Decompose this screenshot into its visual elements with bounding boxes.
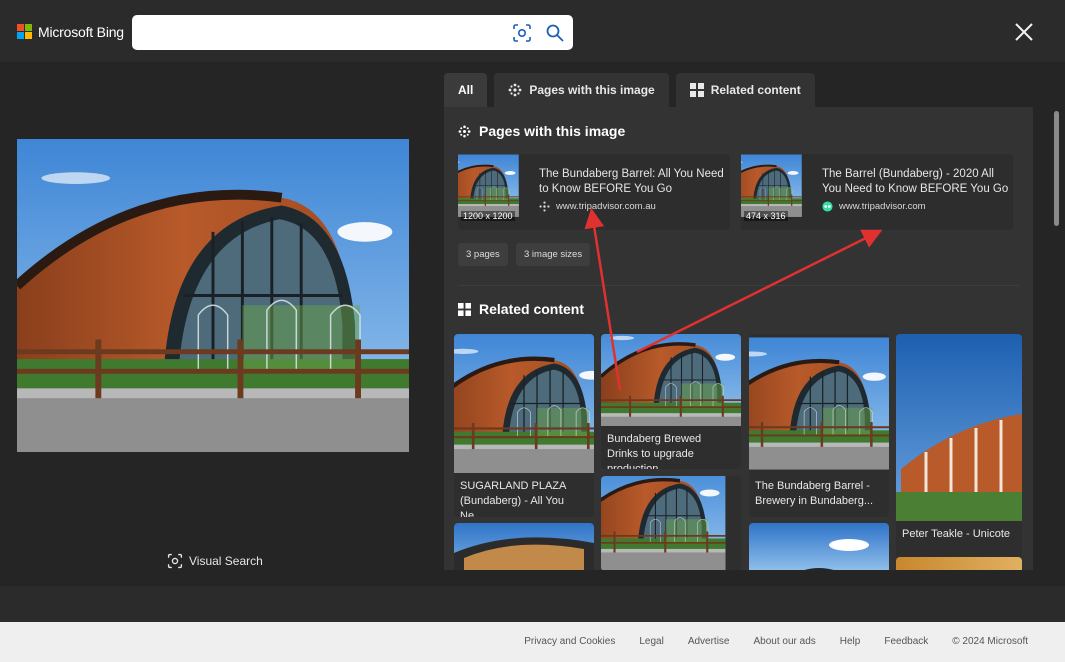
page-result-card[interactable]: 474 x 316 The Barrel (Bundaberg) - 2020 … [741, 154, 1013, 230]
results-panel: Pages with this image 1200 x 1200 The Bu… [444, 107, 1033, 570]
grid-icon [458, 302, 471, 316]
related-item[interactable] [749, 523, 889, 570]
footer-link-feedback[interactable]: Feedback [884, 636, 928, 647]
source-url: www.tripadvisor.com.au [556, 201, 656, 212]
related-caption: Peter Teakle - Unicote [902, 528, 1011, 540]
related-thumbnail [601, 476, 741, 570]
related-thumbnail [454, 523, 594, 570]
image-sizes-chip[interactable]: 3 image sizes [516, 243, 591, 266]
result-tabs: All Pages with this image Related conten… [444, 73, 815, 107]
tab-label: Related content [710, 83, 801, 97]
footer-link-help[interactable]: Help [840, 636, 861, 647]
footer: Privacy and Cookies Legal Advertise Abou… [0, 622, 1065, 662]
footer-links: Privacy and Cookies Legal Advertise Abou… [524, 636, 1028, 647]
main-image[interactable] [17, 139, 409, 452]
grid-icon [689, 83, 704, 97]
related-section-heading: Related content [458, 301, 584, 317]
close-icon[interactable] [1012, 20, 1036, 44]
footer-link-advertise[interactable]: Advertise [688, 636, 730, 647]
divider [458, 285, 1019, 286]
visual-search-button[interactable]: Visual Search [167, 553, 263, 569]
visual-search-icon [167, 553, 183, 569]
tab-related-content[interactable]: Related content [675, 73, 815, 107]
visual-search-icon[interactable] [512, 23, 532, 43]
section-title: Pages with this image [479, 123, 626, 139]
page-thumbnail: 1200 x 1200 [458, 154, 531, 227]
related-item[interactable]: SUGARLAND PLAZA (Bundaberg) - All You Ne… [454, 334, 594, 517]
tab-label: Pages with this image [529, 83, 655, 97]
related-item[interactable] [896, 557, 1022, 570]
related-item[interactable] [454, 523, 594, 570]
globe-icon [539, 201, 550, 212]
scrollbar-thumb[interactable] [1054, 111, 1059, 226]
image-dimensions: 474 x 316 [744, 211, 788, 221]
tab-all[interactable]: All [444, 73, 488, 107]
pages-count-chip[interactable]: 3 pages [458, 243, 508, 266]
related-thumbnail [454, 334, 594, 473]
top-bar: Microsoft Bing [0, 0, 1065, 62]
page-source: www.tripadvisor.com.au [539, 201, 656, 212]
microsoft-logo-icon [17, 24, 33, 40]
pages-section-heading: Pages with this image [458, 123, 625, 139]
section-title: Related content [479, 301, 585, 317]
footer-spacer [0, 586, 1065, 622]
copyright: © 2024 Microsoft [952, 636, 1028, 647]
pages-icon [508, 83, 522, 97]
page-title[interactable]: The Barrel (Bundaberg) - 2020 All You Ne… [822, 167, 1010, 197]
related-thumbnail [749, 523, 889, 570]
related-caption: SUGARLAND PLAZA (Bundaberg) - All You Ne… [460, 480, 566, 517]
bing-logo[interactable]: Microsoft Bing [17, 24, 124, 40]
related-thumbnail [749, 334, 889, 473]
source-url: www.tripadvisor.com [839, 201, 926, 212]
page-thumbnail: 474 x 316 [741, 154, 814, 227]
related-thumbnail [896, 557, 1022, 570]
visual-search-label: Visual Search [189, 554, 263, 568]
results-scrollbar[interactable] [1050, 107, 1062, 572]
related-thumbnail [896, 334, 1022, 521]
related-caption: Bundaberg Brewed Drinks to upgrade produ… [607, 433, 702, 469]
related-item[interactable]: Bundaberg Brewed Drinks to upgrade produ… [601, 334, 741, 469]
footer-link-legal[interactable]: Legal [639, 636, 663, 647]
related-thumbnail [601, 334, 741, 426]
page-source: www.tripadvisor.com [822, 201, 926, 212]
related-item[interactable] [601, 476, 741, 570]
page-title[interactable]: The Bundaberg Barrel: All You Need to Kn… [539, 167, 727, 197]
search-icon[interactable] [545, 23, 565, 43]
related-caption: The Bundaberg Barrel - Brewery in Bundab… [755, 480, 874, 507]
related-item[interactable]: The Bundaberg Barrel - Brewery in Bundab… [749, 334, 889, 517]
search-box [132, 15, 573, 50]
footer-link-privacy[interactable]: Privacy and Cookies [524, 636, 615, 647]
image-dimensions: 1200 x 1200 [461, 211, 515, 221]
tab-label: All [458, 83, 474, 97]
related-item[interactable]: Peter Teakle - Unicote [896, 334, 1022, 559]
footer-link-about-ads[interactable]: About our ads [754, 636, 816, 647]
pages-icon [458, 125, 471, 137]
search-input[interactable] [142, 23, 502, 43]
page-result-card[interactable]: 1200 x 1200 The Bundaberg Barrel: All Yo… [458, 154, 730, 230]
tripadvisor-icon [822, 201, 833, 212]
brand-name: Microsoft Bing [38, 24, 124, 40]
tab-pages-with-this-image[interactable]: Pages with this image [494, 73, 669, 107]
